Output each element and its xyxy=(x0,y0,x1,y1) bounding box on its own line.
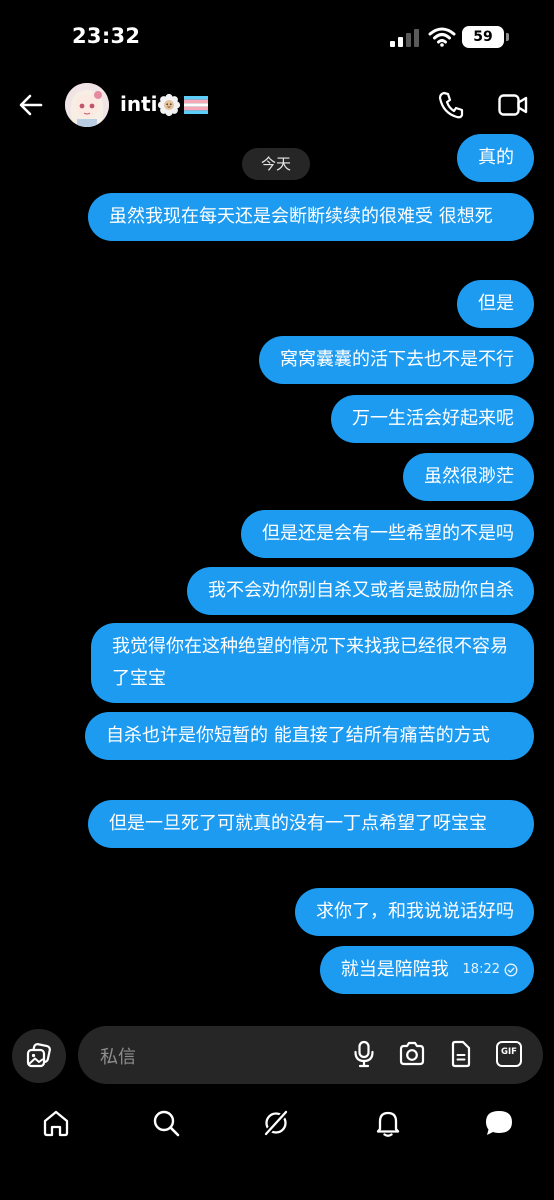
message-bubble[interactable]: 虽然我现在每天还是会断断续续的很难受 很想死 xyxy=(88,193,534,241)
message-bubble-last[interactable]: 就当是陪陪我 18:22 xyxy=(319,946,534,994)
message-text: 但是 xyxy=(478,293,514,314)
gif-label: GIF xyxy=(501,1047,517,1057)
status-time: 23:32 xyxy=(72,24,141,48)
phone-icon[interactable] xyxy=(438,91,464,119)
message-text: 万一生活会好起来呢 xyxy=(352,408,514,429)
back-arrow-icon[interactable] xyxy=(18,92,44,118)
microphone-icon[interactable] xyxy=(353,1040,375,1068)
bottom-navigation xyxy=(0,1098,554,1158)
message-bubble[interactable]: 求你了，和我说说话好吗 xyxy=(295,888,534,936)
messages-icon[interactable] xyxy=(483,1108,515,1138)
message-text: 但是一旦死了可就真的没有一丁点希望了呀宝宝 xyxy=(109,813,487,834)
message-bubble[interactable]: 但是一旦死了可就真的没有一丁点希望了呀宝宝 xyxy=(88,800,534,848)
status-bar: 23:32 59 xyxy=(0,0,554,74)
trans-flag-emoji xyxy=(184,96,208,114)
message-bubble[interactable]: 万一生活会好起来呢 xyxy=(331,395,534,443)
message-time: 18:22 xyxy=(462,962,500,977)
battery-indicator: 59 xyxy=(462,26,504,48)
home-icon[interactable] xyxy=(41,1108,71,1138)
message-bubble[interactable]: 自杀也许是你短暂的 能直接了结所有痛苦的方式 xyxy=(85,712,534,760)
battery-tip xyxy=(506,33,509,41)
contact-name[interactable]: inti xyxy=(120,92,158,116)
message-bubble[interactable]: 但是还是会有一些希望的不是吗 xyxy=(241,510,534,558)
message-composer[interactable]: 私信 GIF xyxy=(78,1026,543,1084)
message-text: 我不会劝你别自杀又或者是鼓励你自杀 xyxy=(208,580,514,601)
date-divider: 今天 xyxy=(242,148,310,180)
message-text: 真的 xyxy=(478,147,514,168)
message-text: 但是还是会有一些希望的不是吗 xyxy=(262,523,514,544)
message-text: 求你了，和我说说话好吗 xyxy=(316,901,514,922)
message-text: 虽然我现在每天还是会断断续续的很难受 很想死 xyxy=(109,206,493,227)
message-text: 虽然很渺茫 xyxy=(424,466,514,487)
avatar[interactable] xyxy=(65,83,109,127)
message-bubble[interactable]: 虽然很渺茫 xyxy=(403,453,534,501)
gif-icon[interactable]: GIF xyxy=(496,1041,522,1067)
message-bubble[interactable]: 窝窝囊囊的活下去也不是不行 xyxy=(259,336,534,384)
message-bubble[interactable]: 真的 xyxy=(457,134,534,182)
cellular-signal-icon xyxy=(390,29,419,47)
gallery-icon xyxy=(26,1043,51,1068)
message-bubble[interactable]: 我不会劝你别自杀又或者是鼓励你自杀 xyxy=(187,567,534,615)
camera-icon[interactable] xyxy=(398,1040,426,1068)
avatar-illustration xyxy=(65,83,109,127)
flower-emoji xyxy=(157,93,181,117)
grok-icon[interactable] xyxy=(261,1108,291,1138)
message-text: 就当是陪陪我 xyxy=(340,959,449,980)
message-text: 自杀也许是你短暂的 能直接了结所有痛苦的方式 xyxy=(106,725,490,746)
notifications-bell-icon[interactable] xyxy=(373,1108,403,1138)
file-icon[interactable] xyxy=(450,1040,472,1068)
message-bubble[interactable]: 但是 xyxy=(457,280,534,328)
message-meta: 18:22 xyxy=(463,954,518,986)
seen-check-icon xyxy=(504,963,518,977)
message-text: 我觉得你在这种绝望的情况下来找我已经很不容易了宝宝 xyxy=(112,636,508,689)
wifi-icon xyxy=(428,27,456,47)
message-text: 窝窝囊囊的活下去也不是不行 xyxy=(280,349,514,370)
gallery-button[interactable] xyxy=(12,1029,66,1083)
chat-header: inti xyxy=(0,74,554,136)
message-input-placeholder[interactable]: 私信 xyxy=(100,1043,136,1069)
video-call-icon[interactable] xyxy=(498,94,528,116)
search-icon[interactable] xyxy=(151,1108,181,1138)
message-bubble[interactable]: 我觉得你在这种绝望的情况下来找我已经很不容易了宝宝 xyxy=(91,623,534,703)
